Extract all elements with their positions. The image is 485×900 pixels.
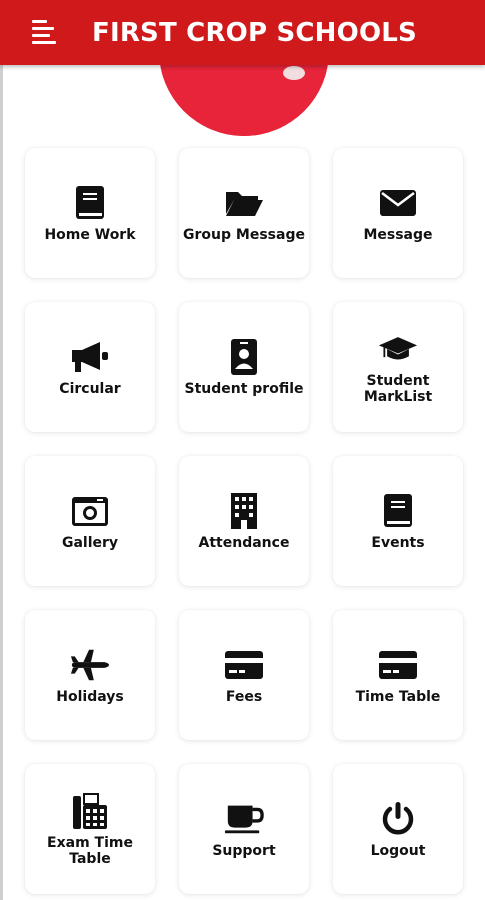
tile-label: Student MarkList — [363, 373, 433, 405]
tile-student-profile[interactable]: Student profile — [179, 302, 309, 432]
power-icon — [378, 799, 418, 839]
tile-support[interactable]: Support — [179, 764, 309, 894]
tile-attendance[interactable]: Attendance — [179, 456, 309, 586]
coffee-cup-icon — [224, 799, 264, 839]
tile-label: Student profile — [184, 381, 304, 397]
app-title: FIRST CROP SCHOOLS — [92, 18, 417, 48]
tile-events[interactable]: Events — [333, 456, 463, 586]
id-badge-icon — [224, 337, 264, 377]
book-icon — [378, 491, 418, 531]
megaphone-icon — [70, 337, 110, 377]
tile-label: Time Table — [355, 689, 441, 705]
tile-label: Exam Time Table — [47, 835, 133, 867]
avatar-highlight — [283, 66, 305, 80]
tile-group-message[interactable]: Group Message — [179, 148, 309, 278]
dashboard-grid: Home Work Group Message Message Circular… — [25, 148, 465, 894]
tile-label: Message — [363, 227, 433, 243]
left-edge-divider — [0, 0, 3, 900]
folder-icon — [224, 183, 264, 223]
book-icon — [70, 183, 110, 223]
tile-logout[interactable]: Logout — [333, 764, 463, 894]
tile-label: Logout — [370, 843, 426, 859]
credit-card-icon — [378, 645, 418, 685]
tile-message[interactable]: Message — [333, 148, 463, 278]
tile-label: Support — [212, 843, 276, 859]
tile-label: Holidays — [56, 689, 124, 705]
tile-label: Fees — [225, 689, 263, 705]
tile-label: Circular — [59, 381, 121, 397]
tile-time-table[interactable]: Time Table — [333, 610, 463, 740]
tile-exam-time-table[interactable]: Exam Time Table — [25, 764, 155, 894]
tile-label: Attendance — [198, 535, 290, 551]
tile-home-work[interactable]: Home Work — [25, 148, 155, 278]
building-icon — [224, 491, 264, 531]
tile-label: Events — [371, 535, 425, 551]
app-header: FIRST CROP SCHOOLS — [0, 0, 485, 65]
tile-fees[interactable]: Fees — [179, 610, 309, 740]
envelope-icon — [378, 183, 418, 223]
tile-label: Home Work — [44, 227, 136, 243]
menu-icon[interactable] — [32, 20, 58, 46]
tile-label: Gallery — [61, 535, 119, 551]
tile-circular[interactable]: Circular — [25, 302, 155, 432]
tile-label: Group Message — [183, 227, 305, 243]
tile-gallery[interactable]: Gallery — [25, 456, 155, 586]
camera-icon — [70, 491, 110, 531]
credit-card-icon — [224, 645, 264, 685]
fax-icon — [70, 791, 110, 831]
tile-student-marklist[interactable]: Student MarkList — [333, 302, 463, 432]
graduation-cap-icon — [378, 329, 418, 369]
airplane-icon — [70, 645, 110, 685]
tile-holidays[interactable]: Holidays — [25, 610, 155, 740]
